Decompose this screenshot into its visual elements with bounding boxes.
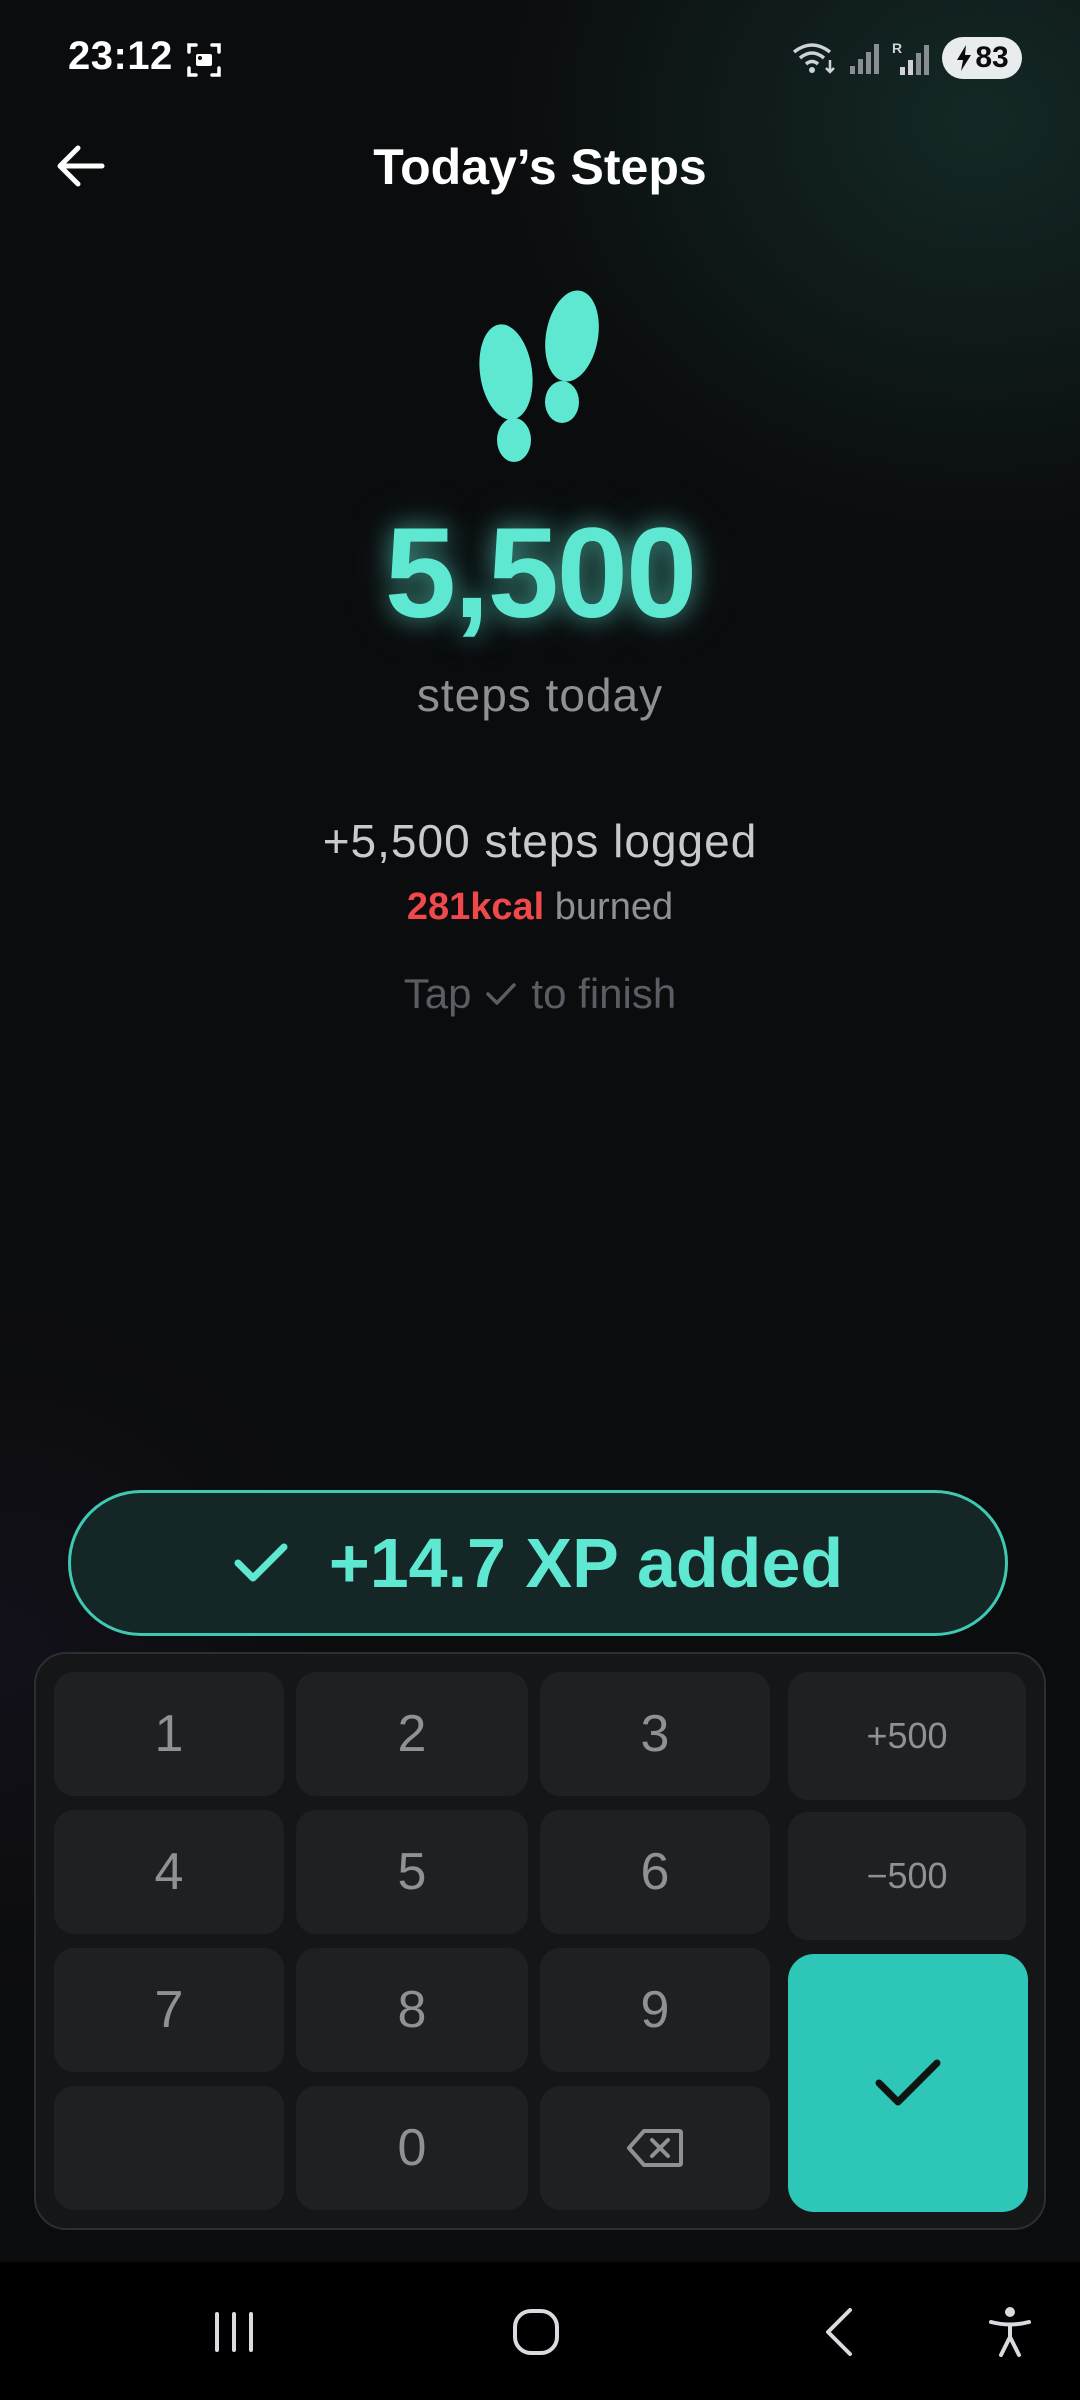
xp-toast: +14.7 XP added	[68, 1490, 1008, 1636]
key-5[interactable]: 5	[296, 1810, 528, 1934]
finish-hint-before: Tap	[403, 970, 472, 1017]
signal-icon	[850, 44, 879, 74]
confirm-button[interactable]	[788, 1954, 1028, 2212]
xp-added-text: +14.7 XP added	[328, 1524, 844, 1602]
recents-icon	[215, 2312, 253, 2352]
check-icon	[234, 1543, 288, 1582]
page-title: Today’s Steps	[373, 139, 707, 195]
finish-hint: Tap to finish	[0, 970, 1080, 1018]
battery-indicator: 83	[942, 37, 1022, 79]
steps-logged-text: +5,500 steps logged	[322, 815, 758, 867]
key-4[interactable]: 4	[54, 1810, 284, 1934]
finish-hint-after: to finish	[531, 970, 677, 1017]
signal-roaming-icon: R	[892, 40, 929, 75]
steps-value: 5,500	[384, 502, 697, 645]
plus-500-button[interactable]: +500	[788, 1672, 1026, 1800]
minus-500-button[interactable]: −500	[788, 1812, 1026, 1940]
key-1[interactable]: 1	[54, 1672, 284, 1796]
battery-level: 83	[975, 41, 1009, 74]
accessibility-button[interactable]	[970, 2292, 1050, 2372]
status-icons: R 83	[792, 36, 1022, 80]
key-empty	[54, 2086, 284, 2210]
backspace-button[interactable]	[540, 2086, 770, 2210]
key-3[interactable]: 3	[540, 1672, 770, 1796]
check-icon	[875, 2059, 941, 2106]
status-time: 23:12	[68, 34, 173, 78]
steps-caption: steps today	[416, 669, 664, 721]
check-icon	[486, 983, 517, 1005]
numeric-keypad: 1 2 3 +500 4 5 6 −500 7 8 9 0	[34, 1652, 1046, 2230]
footprints-icon	[479, 290, 599, 462]
backspace-icon	[627, 2129, 683, 2167]
key-8[interactable]: 8	[296, 1948, 528, 2072]
key-7[interactable]: 7	[54, 1948, 284, 2072]
key-2[interactable]: 2	[296, 1672, 528, 1796]
steps-screen: 23:12 R 83 Today’s Steps 5,500 steps tod…	[0, 0, 1080, 2400]
accessibility-icon	[989, 2307, 1031, 2357]
status-bar: 23:12 R 83	[0, 0, 1080, 120]
key-9[interactable]: 9	[540, 1948, 770, 2072]
svg-text:R: R	[892, 40, 902, 56]
charging-icon	[957, 45, 972, 71]
kcal-value: 281kcal	[406, 886, 545, 928]
calories-burned: 281kcal burned	[0, 886, 1080, 929]
wifi-icon	[792, 43, 835, 74]
nav-home-button[interactable]	[496, 2292, 576, 2372]
back-chevron-icon	[826, 2308, 852, 2356]
burned-label: burned	[544, 886, 674, 928]
home-icon	[513, 2309, 559, 2355]
nav-back-button[interactable]	[800, 2292, 880, 2372]
system-nav-bar	[0, 2262, 1080, 2400]
nav-recents-button[interactable]	[194, 2292, 274, 2372]
key-0[interactable]: 0	[296, 2086, 528, 2210]
screenshot-icon	[187, 43, 221, 77]
key-6[interactable]: 6	[540, 1810, 770, 1934]
